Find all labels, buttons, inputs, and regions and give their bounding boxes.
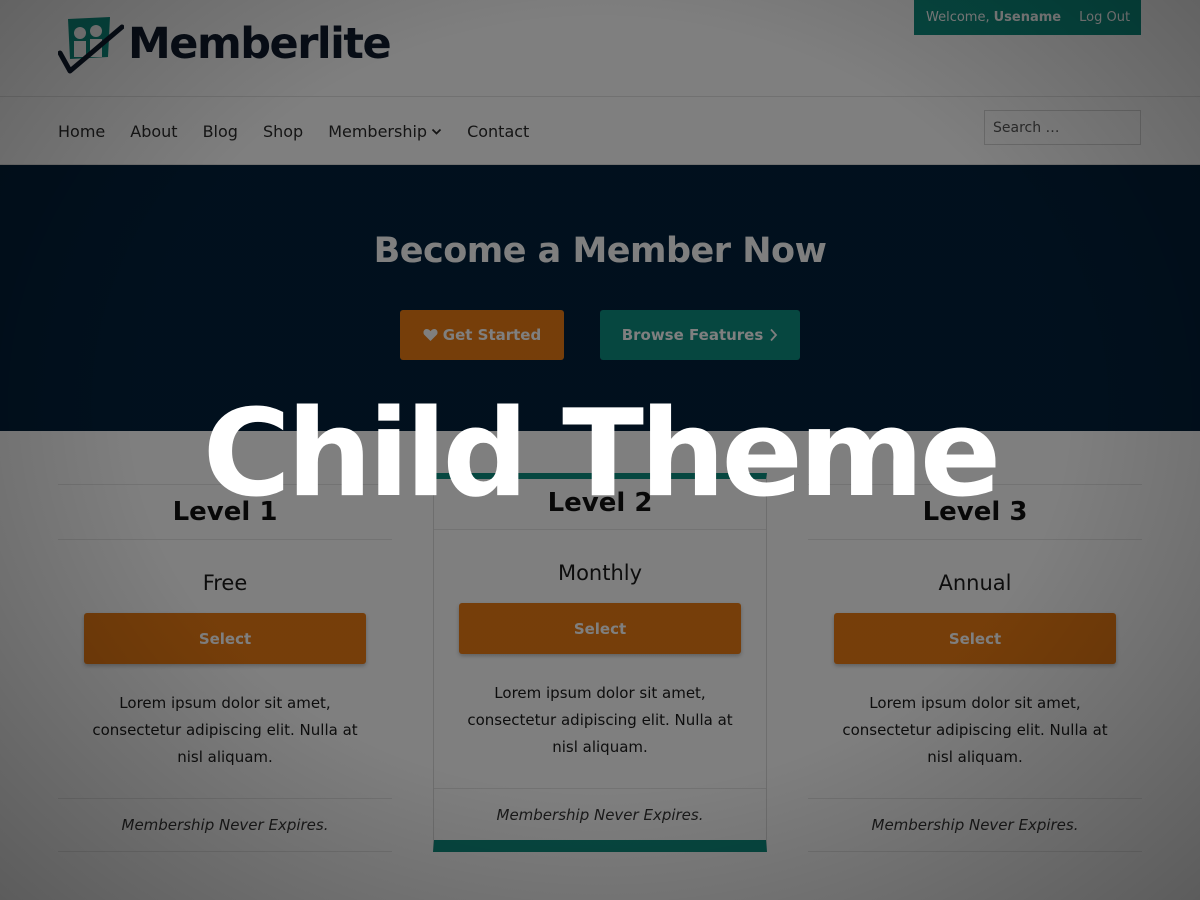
nav-item-about[interactable]: About: [130, 122, 177, 141]
hero-heading: Become a Member Now: [373, 231, 827, 271]
nav-item-contact[interactable]: Contact: [467, 122, 529, 141]
hero-banner: Become a Member Now Get Started Browse F…: [0, 165, 1200, 431]
page: Memberlite Welcome, Usename Log Out Home…: [0, 0, 1200, 900]
level-card: Level 3 Annual Select Lorem ipsum dolor …: [808, 484, 1142, 852]
level-card-featured: Level 2 Monthly Select Lorem ipsum dolor…: [433, 473, 767, 852]
level-name: Level 3: [808, 484, 1142, 540]
browse-features-label: Browse Features: [621, 326, 764, 344]
nav-menu: Home About Blog Shop Membership Contact: [58, 97, 554, 166]
memberlite-logo-icon[interactable]: [58, 13, 124, 75]
account-bar: Welcome, Usename Log Out: [914, 0, 1141, 35]
level-price: Monthly: [557, 561, 643, 585]
level-name: Level 1: [58, 484, 392, 540]
site-title[interactable]: Memberlite: [128, 18, 392, 70]
get-started-button[interactable]: Get Started: [400, 310, 564, 360]
nav-item-shop[interactable]: Shop: [263, 122, 303, 141]
level-description: Lorem ipsum dolor sit amet, consectetur …: [92, 694, 358, 766]
level-price: Free: [202, 571, 248, 595]
select-button[interactable]: Select: [459, 603, 741, 654]
get-started-label: Get Started: [442, 326, 542, 344]
logout-link[interactable]: Log Out: [1079, 10, 1130, 25]
chevron-right-icon: [770, 328, 778, 342]
level-price: Annual: [938, 571, 1012, 595]
select-button[interactable]: Select: [834, 613, 1116, 664]
level-expiration: Membership Never Expires.: [808, 798, 1142, 852]
nav-item-blog[interactable]: Blog: [203, 122, 238, 141]
heart-icon: [423, 329, 438, 341]
chevron-down-icon: [431, 128, 442, 135]
level-card: Level 1 Free Select Lorem ipsum dolor si…: [58, 484, 392, 852]
welcome-text: Welcome,: [926, 10, 990, 25]
username[interactable]: Usename: [994, 10, 1062, 25]
browse-features-button[interactable]: Browse Features: [600, 310, 800, 360]
main-nav: Home About Blog Shop Membership Contact: [0, 96, 1200, 165]
nav-item-membership-label: Membership: [328, 122, 428, 141]
nav-item-membership[interactable]: Membership: [328, 122, 442, 141]
level-name: Level 2: [434, 479, 766, 530]
pricing-section: Level 1 Free Select Lorem ipsum dolor si…: [0, 431, 1200, 900]
search-input[interactable]: [984, 110, 1141, 145]
level-description: Lorem ipsum dolor sit amet, consectetur …: [842, 694, 1108, 766]
nav-item-home[interactable]: Home: [58, 122, 105, 141]
level-expiration: Membership Never Expires.: [58, 798, 392, 852]
select-button[interactable]: Select: [84, 613, 366, 664]
level-expiration: Membership Never Expires.: [434, 788, 766, 840]
level-description: Lorem ipsum dolor sit amet, consectetur …: [467, 684, 733, 756]
site-header: Memberlite Welcome, Usename Log Out: [0, 0, 1200, 96]
